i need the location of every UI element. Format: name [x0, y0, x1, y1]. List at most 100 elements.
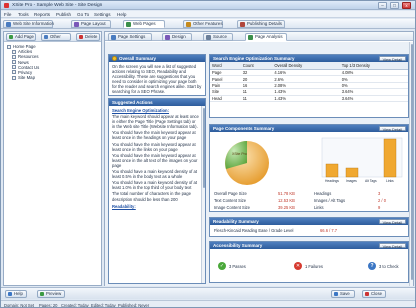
menu-file[interactable]: File [4, 12, 11, 17]
status-domain: Domain: Not Set [4, 302, 35, 308]
menu-tools[interactable]: Tools [18, 12, 29, 17]
page-icon [7, 44, 11, 49]
pages-icon [126, 22, 131, 27]
bar-images [345, 167, 359, 178]
tab-source[interactable]: Source [203, 33, 233, 41]
window-title: XSite Pro - Sample Web Site - Site Desig… [12, 3, 103, 8]
page-icon [12, 65, 16, 70]
help-icon [8, 292, 12, 296]
tree-item-site-map[interactable]: Site Map [7, 75, 99, 80]
page-size-pie: XSite Pro [225, 141, 269, 185]
cell-overall: 1.43% [272, 95, 340, 102]
suggested-actions-box: Suggested Actions Search Engine Optimiza… [108, 98, 206, 284]
close-window-button[interactable]: x [402, 2, 411, 9]
passes-count: 3 Passes [229, 264, 246, 269]
cell-count: 11 [240, 95, 273, 102]
menu-goto[interactable]: Go To [77, 12, 89, 17]
tab-page-settings[interactable]: Page Settings [108, 33, 152, 41]
pie-label: XSite Pro [232, 152, 247, 156]
seo-summary-box: Search Engine Optimization Summary View D… [209, 54, 409, 118]
bar-label-alt-tags: Alt Tags [365, 179, 377, 183]
stat-value: 9 [378, 205, 381, 210]
action-item: You should have a main keyword density o… [112, 180, 198, 191]
page-tree-panel: Add Page Other Delete Home Page Articles… [3, 31, 102, 286]
bar-headings [325, 163, 339, 178]
preview-icon [40, 292, 44, 296]
tab-design[interactable]: Design [162, 33, 192, 41]
menu-reports[interactable]: Reports [34, 12, 50, 17]
action-item: You should have the main keyword appear … [112, 130, 196, 141]
col-overall-density[interactable]: Overall Density [272, 62, 340, 70]
tab-page-analysis[interactable]: Page Analysis [245, 33, 287, 41]
features-icon [186, 22, 191, 27]
other-button[interactable]: Other [41, 33, 71, 41]
stat-value: 12.53 KB [278, 198, 295, 203]
content-scrollbar[interactable] [409, 42, 413, 286]
col-word[interactable]: Word [210, 62, 241, 70]
readability-value: 66.6 / 7.7 [320, 228, 338, 233]
components-bar-chart: Headings Images Alt Tags Links [321, 137, 403, 183]
status-published: Published: Never [118, 302, 150, 308]
tab-page-layout[interactable]: Page Layout [71, 20, 111, 28]
tab-web-pages[interactable]: Web Pages [123, 20, 165, 28]
menu-help[interactable]: Help [117, 12, 126, 17]
seo-subtitle: Search Engine Optimization: [112, 108, 170, 113]
minimize-button[interactable]: – [378, 2, 387, 9]
other-icon [44, 35, 48, 39]
accessibility-view-detail-button[interactable]: View Detail [378, 243, 406, 249]
scroll-thumb[interactable] [411, 44, 413, 280]
suggested-scrollbar[interactable] [201, 106, 205, 283]
overall-summary-text: On the screen you will see a list of sug… [112, 64, 202, 95]
tab-publishing-details[interactable]: Publishing Details [237, 20, 285, 28]
save-button[interactable]: Save [331, 290, 355, 298]
stat-label: Links [314, 205, 324, 210]
settings-icon [111, 35, 116, 40]
menu-publish[interactable]: Publish [56, 12, 71, 17]
action-item: You should have a main keyword density o… [112, 169, 198, 180]
tab-other-features[interactable]: Other Features [183, 20, 223, 28]
checks-count: 3 to Check [379, 264, 399, 269]
close-button[interactable]: Close [362, 290, 386, 298]
action-item: You should have the main keyword appear … [112, 152, 198, 168]
components-view-detail-button[interactable]: View Detail [378, 126, 406, 132]
close-icon [365, 292, 369, 296]
delete-button[interactable]: Delete [76, 33, 100, 41]
keyword-table-header: Word Count Overall Density Top 1/3 Densi… [210, 62, 408, 70]
stat-label: Image Content Size [214, 205, 250, 210]
footer-bar: Help Preview Save Close [1, 287, 415, 299]
seo-summary-header: Search Engine Optimization Summary View D… [210, 55, 408, 62]
layout-icon [74, 22, 79, 27]
check-icon: ✓ [218, 262, 226, 270]
action-item: You should have the main keyword appear … [112, 141, 196, 152]
tab-web-site-information[interactable]: Web Site Information [3, 20, 54, 28]
page-icon [12, 75, 16, 80]
status-bar: Domain: Not Set Pages: 20 Created: Today… [1, 300, 415, 308]
analysis-content: Overall Summary On the screen you will s… [105, 42, 413, 286]
keyword-table: Word Count Overall Density Top 1/3 Densi… [210, 62, 408, 102]
help-button[interactable]: Help [5, 290, 27, 298]
info-icon [6, 22, 11, 27]
bar-label-images: Images [346, 179, 357, 183]
table-row[interactable]: Head 11 1.43% 3.64% [210, 95, 408, 102]
maximize-button[interactable]: □ [390, 2, 399, 9]
scroll-thumb[interactable] [203, 108, 205, 188]
save-icon [334, 292, 338, 296]
accessibility-header: Accessibility Summary View Detail [210, 242, 408, 249]
cell-top: 3.64% [339, 95, 408, 102]
stat-value: 2 / 0 [378, 198, 386, 203]
tree-toolbar: Add Page Other Delete [4, 32, 101, 42]
design-icon [165, 35, 170, 40]
col-count[interactable]: Count [240, 62, 273, 70]
status-pages: Pages: 20 [39, 302, 58, 308]
seo-view-detail-button[interactable]: View Detail [378, 56, 406, 62]
app-window: XSite Pro - Sample Web Site - Site Desig… [0, 0, 416, 308]
bar-label-headings: Headings [325, 179, 339, 183]
add-page-button[interactable]: Add Page [6, 33, 36, 41]
menu-settings[interactable]: Settings [94, 12, 111, 17]
main-tab-bar: Web Site Information Page Layout Web Pag… [1, 19, 415, 29]
readability-view-detail-button[interactable]: View Detail [378, 219, 406, 225]
preview-button[interactable]: Preview [37, 290, 65, 298]
action-item: The main keyword should appear at least … [112, 114, 199, 130]
col-top-density[interactable]: Top 1/3 Density [339, 62, 408, 70]
stat-label: Headings [314, 191, 332, 196]
